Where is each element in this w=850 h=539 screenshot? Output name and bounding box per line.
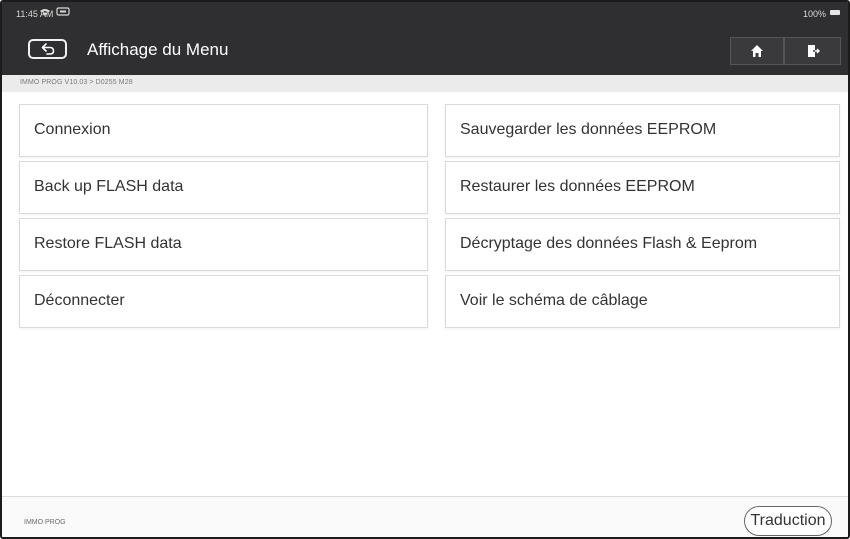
exit-button[interactable] bbox=[784, 37, 841, 65]
back-arrow-icon bbox=[41, 43, 54, 55]
status-icons bbox=[40, 7, 70, 16]
breadcrumb: IMMO PROG V10.03 > D0255 M28 bbox=[2, 75, 848, 92]
menu-item-label: Décryptage des données Flash & Eeprom bbox=[460, 235, 758, 252]
menu-item-label: Restaurer les données EEPROM bbox=[460, 178, 695, 195]
menu-item-label: Restore FLASH data bbox=[34, 235, 182, 252]
menu-item-backup-flash[interactable]: Back up FLASH data bbox=[19, 161, 428, 214]
menu-item-wiring-diagram[interactable]: Voir le schéma de câblage bbox=[445, 275, 840, 328]
page-title: Affichage du Menu bbox=[87, 40, 229, 59]
home-button[interactable] bbox=[730, 37, 784, 65]
menu-item-label: Sauvegarder les données EEPROM bbox=[460, 121, 717, 138]
tablet-screen: 11:45 AM 100% Affichage du Menu IMMO PRO… bbox=[0, 0, 850, 539]
title-row: Affichage du Menu bbox=[2, 24, 848, 75]
footer-bar: IMMO PROG Traduction bbox=[2, 496, 848, 537]
menu-item-connexion[interactable]: Connexion bbox=[19, 104, 428, 157]
menu-item-disconnect[interactable]: Déconnecter bbox=[19, 275, 428, 328]
header-bar: 11:45 AM 100% Affichage du Menu bbox=[2, 2, 848, 75]
menu-item-label: Back up FLASH data bbox=[34, 178, 184, 195]
menu-item-label: Connexion bbox=[34, 121, 111, 138]
menu-item-label: Déconnecter bbox=[34, 292, 125, 309]
menu-item-label: Voir le schéma de câblage bbox=[460, 292, 648, 309]
battery-level: 100% bbox=[802, 9, 826, 19]
back-button[interactable] bbox=[28, 39, 67, 59]
menu-item-restore-eeprom[interactable]: Restaurer les données EEPROM bbox=[445, 161, 840, 214]
home-icon bbox=[751, 45, 763, 57]
vci-icon bbox=[56, 7, 70, 16]
menu-item-decrypt-data[interactable]: Décryptage des données Flash & Eeprom bbox=[445, 218, 840, 271]
exit-icon bbox=[807, 45, 820, 57]
menu-item-restore-flash[interactable]: Restore FLASH data bbox=[19, 218, 428, 271]
menu-item-save-eeprom[interactable]: Sauvegarder les données EEPROM bbox=[445, 104, 840, 157]
status-bar: 11:45 AM 100% bbox=[2, 2, 848, 24]
battery-icon bbox=[830, 10, 840, 15]
translate-button[interactable]: Traduction bbox=[744, 506, 832, 536]
breadcrumb-text: IMMO PROG V10.03 > D0255 M28 bbox=[20, 79, 133, 86]
wifi-icon bbox=[40, 8, 50, 16]
footer-label: IMMO PROG bbox=[24, 519, 66, 526]
